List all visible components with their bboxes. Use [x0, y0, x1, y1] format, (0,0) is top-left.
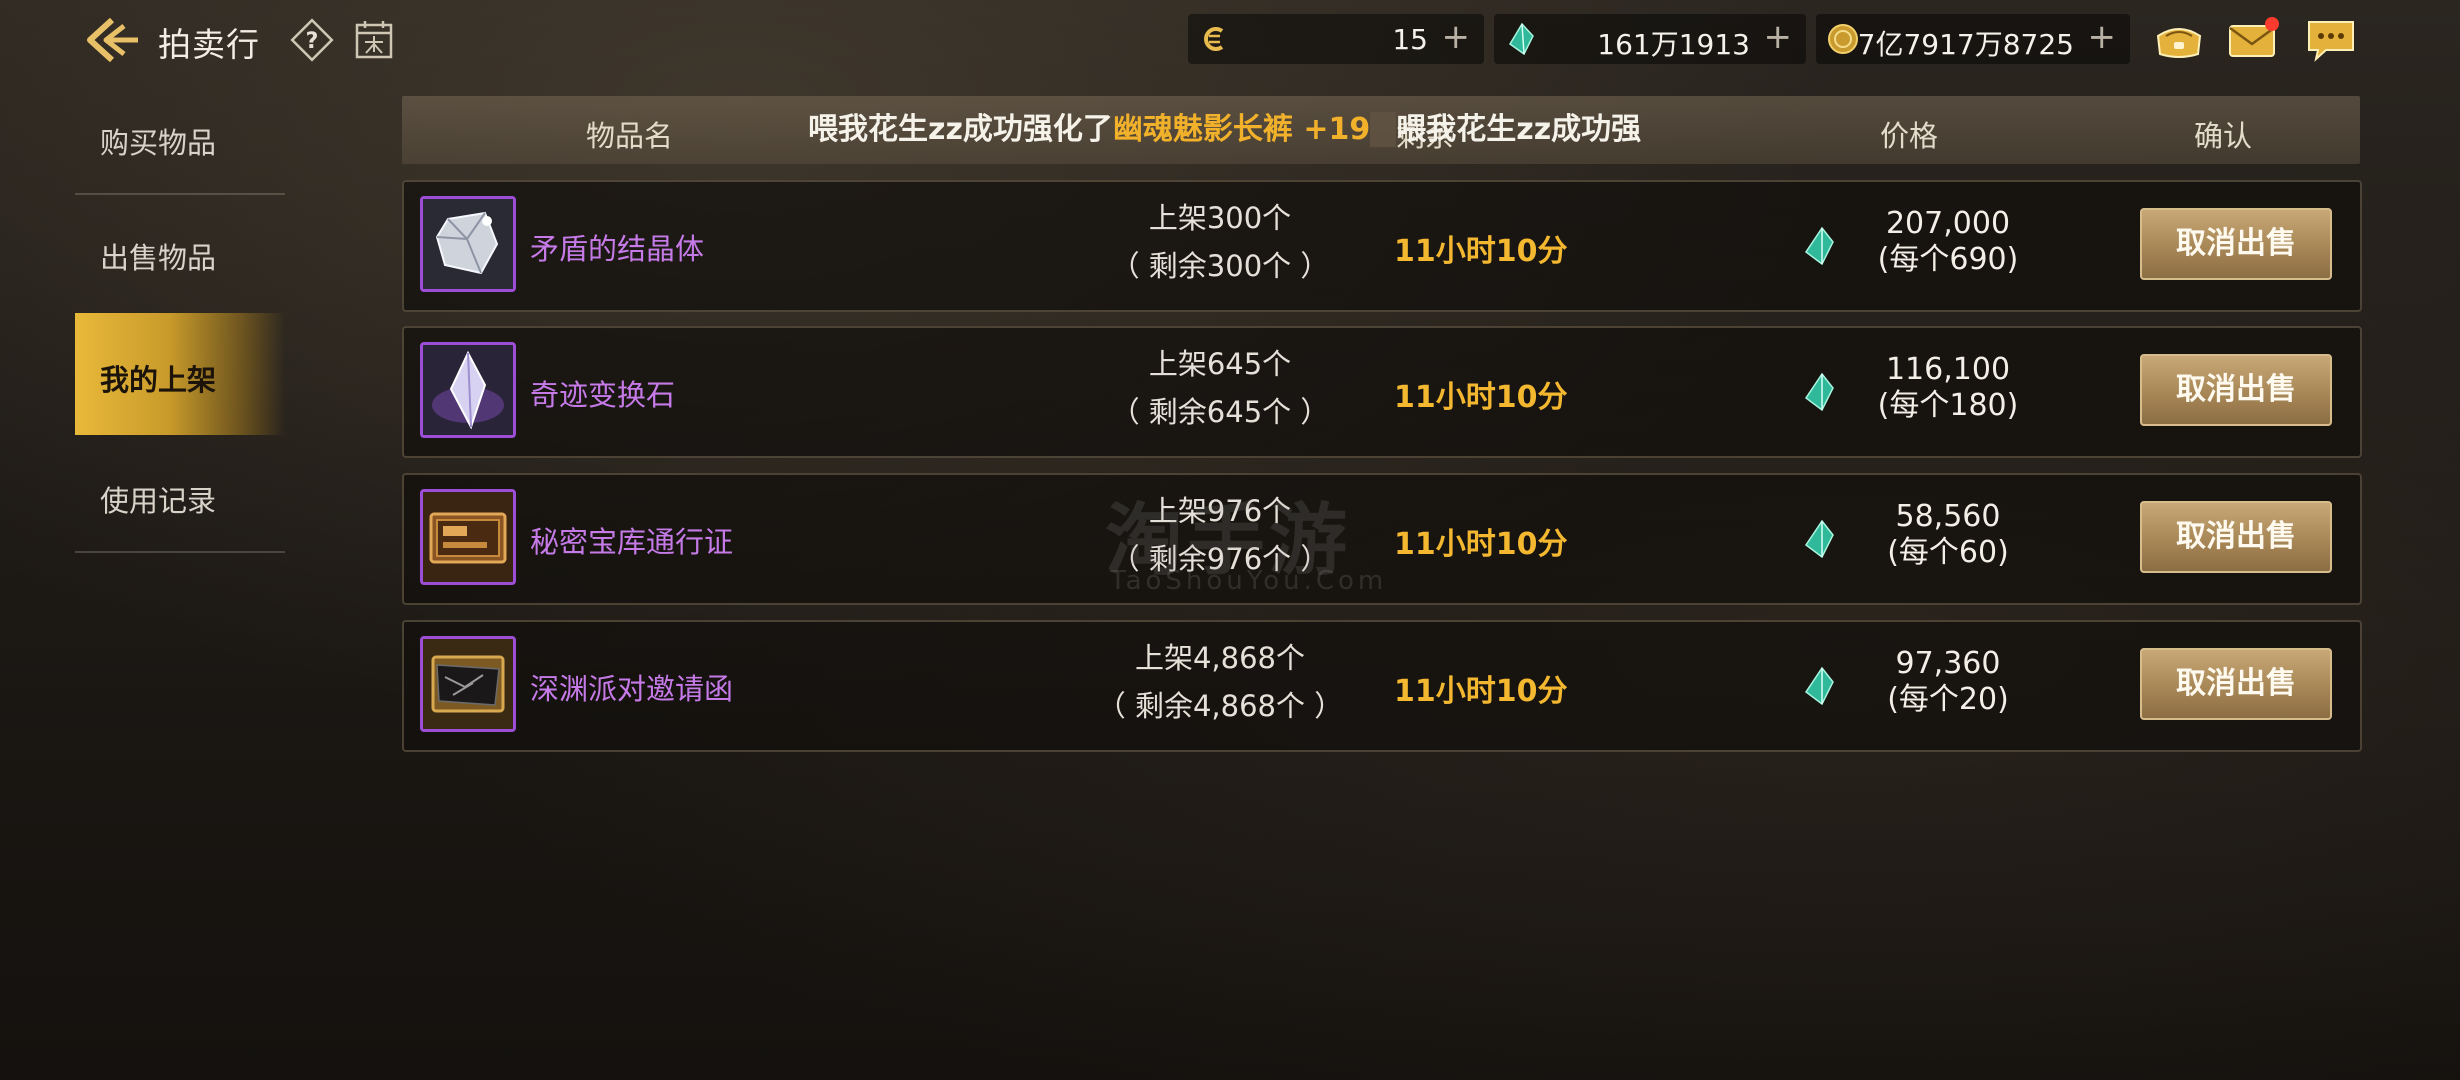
time-remaining: 11小时10分	[1394, 234, 1568, 269]
back-arrow-icon[interactable]	[84, 14, 144, 66]
currency-gem: 161万1913 +	[1494, 14, 1806, 64]
invitation-icon[interactable]	[420, 636, 516, 732]
sidebar-item-buy[interactable]: 购买物品	[75, 80, 285, 195]
sidebar-item-sell[interactable]: 出售物品	[75, 195, 285, 310]
vault-pass-icon[interactable]	[420, 489, 516, 585]
gold-coin-icon	[1826, 22, 1860, 56]
listed-quantity: 上架300个	[1148, 201, 1292, 235]
cancel-sale-button[interactable]: 取消出售	[2140, 501, 2332, 573]
listed-quantity: 上架4,868个	[1134, 641, 1306, 675]
sidebar-item-label: 我的上架	[100, 363, 217, 397]
table-row: 奇迹变换石 上架645个 （ 剩余645个 ） 11小时10分 116,100 …	[402, 326, 2362, 458]
price-total: 207,000	[1885, 206, 2011, 241]
listed-quantity: 上架645个	[1148, 347, 1292, 381]
sidebar-item-label: 使用记录	[100, 484, 217, 518]
marquee-item: 幽魂魅影长裤 +19	[1112, 112, 1371, 147]
page-title: 拍卖行	[158, 25, 260, 64]
chat-icon[interactable]	[2304, 14, 2358, 64]
column-header-price: 价格	[1880, 119, 1939, 153]
add-currency-button[interactable]: +	[1764, 20, 1793, 54]
sidebar-item-my-listings[interactable]: 我的上架	[75, 313, 285, 435]
green-gem-icon	[1504, 22, 1538, 56]
time-remaining: 11小时10分	[1394, 674, 1568, 709]
help-icon[interactable]: ?	[290, 18, 334, 62]
add-currency-button[interactable]: +	[1442, 20, 1471, 54]
currency-value: 15	[1392, 23, 1428, 56]
add-currency-button[interactable]: +	[2088, 20, 2117, 54]
c-coin-icon	[1198, 22, 1232, 56]
column-header-name: 物品名	[586, 119, 674, 153]
svg-text:?: ?	[306, 29, 319, 54]
calendar-icon[interactable]	[352, 18, 396, 62]
item-name: 奇迹变换石	[530, 378, 676, 412]
remaining-quantity: （ 剩余645个 ）	[1110, 395, 1330, 429]
cancel-sale-button[interactable]: 取消出售	[2140, 354, 2332, 426]
mail-icon[interactable]	[2226, 14, 2280, 64]
price-total: 97,360	[1895, 646, 2001, 681]
top-bar: 拍卖行 ? 15 + 161万1913 + 7亿7917万8725 +	[0, 0, 2460, 80]
remaining-quantity: （ 剩余300个 ）	[1110, 249, 1330, 283]
column-header-confirm: 确认	[2194, 119, 2253, 153]
watermark-url: TaoShouYou.Com	[1110, 566, 1388, 596]
currency-value: 7亿7917万8725	[1857, 28, 2074, 61]
cancel-sale-button[interactable]: 取消出售	[2140, 648, 2332, 720]
sidebar-item-label: 出售物品	[100, 241, 217, 275]
item-name: 矛盾的结晶体	[530, 232, 705, 266]
table-row: 深渊派对邀请函 上架4,868个 （ 剩余4,868个 ） 11小时10分 97…	[402, 620, 2362, 752]
remaining-quantity: （ 剩余4,868个 ）	[1096, 689, 1344, 723]
currency-c-coin: 15 +	[1188, 14, 1484, 64]
time-remaining: 11小时10分	[1394, 380, 1568, 415]
cancel-sale-button[interactable]: 取消出售	[2140, 208, 2332, 280]
transform-stone-icon[interactable]	[420, 342, 516, 438]
marquee-prefix: 喂我花生zz成功强化了	[808, 112, 1113, 147]
announcement-marquee: 喂我花生zz成功强化了幽魂魅影长裤 +19 喂我花生zz成功强	[808, 104, 1641, 148]
price-total: 116,100	[1885, 352, 2011, 387]
price-unit: (每个20)	[1887, 682, 2009, 717]
item-name: 深渊派对邀请函	[530, 672, 734, 706]
marquee-repeat: 喂我花生zz成功强	[1396, 112, 1642, 147]
price-unit: (每个180)	[1877, 388, 2019, 423]
currency-value: 161万1913	[1597, 28, 1750, 61]
divider	[75, 551, 285, 553]
price-total: 58,560	[1895, 499, 2001, 534]
sidebar-item-history[interactable]: 使用记录	[75, 438, 285, 553]
currency-gold: 7亿7917万8725 +	[1816, 14, 2130, 64]
item-name: 秘密宝库通行证	[530, 525, 734, 559]
price-unit: (每个690)	[1877, 242, 2019, 277]
crystal-item-icon[interactable]	[420, 196, 516, 292]
sidebar-item-label: 购买物品	[100, 126, 217, 160]
price-unit: (每个60)	[1887, 535, 2009, 570]
time-remaining: 11小时10分	[1394, 527, 1568, 562]
bag-icon[interactable]	[2152, 14, 2206, 64]
table-row: 矛盾的结晶体 上架300个 （ 剩余300个 ） 11小时10分 207,000…	[402, 180, 2362, 312]
